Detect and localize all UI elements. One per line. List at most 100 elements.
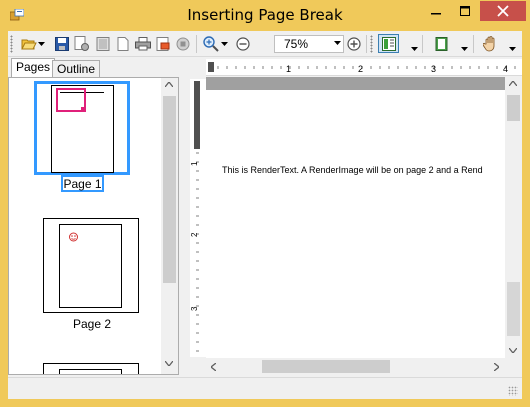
ruler-label: 2 (190, 232, 199, 237)
print-layout-icon (96, 36, 109, 51)
zoom-in-button[interactable] (202, 35, 219, 52)
page-preview-area[interactable]: This is RenderText. A RenderImage will b… (206, 77, 505, 358)
thumbnails-icon (381, 36, 396, 51)
chevron-down-icon (461, 46, 468, 51)
single-page-dropdown[interactable] (460, 40, 469, 57)
thumbnails-scrollbar[interactable] (161, 78, 178, 374)
panel-tabs: Pages Outline (8, 57, 188, 77)
open-icon (20, 39, 37, 49)
preview-vertical-scrollbar[interactable] (505, 77, 522, 358)
window-title: Inserting Page Break (187, 6, 343, 24)
hand-tool-icon (483, 35, 495, 51)
toolbar-separator (422, 35, 423, 53)
thumbnails-button[interactable] (378, 34, 399, 53)
scrollbar-thumb[interactable] (507, 95, 520, 121)
save-button[interactable] (53, 35, 70, 52)
zoom-combo[interactable]: 75% (274, 35, 344, 53)
chevron-down-icon (509, 46, 516, 51)
page-label: Page 2 (72, 317, 112, 331)
ruler-label: 2 (358, 64, 363, 74)
toolbar: 75% (8, 31, 522, 57)
maximize-icon (460, 6, 470, 16)
scrollbar-track-segment (507, 282, 520, 336)
minimize-button[interactable] (423, 1, 449, 21)
hand-tool-dropdown[interactable] (508, 40, 517, 57)
zoom-in-icon (202, 35, 219, 52)
page-icon (117, 36, 128, 51)
toolbar-separator (196, 35, 197, 53)
page-label: Page 1 (63, 177, 102, 191)
open-button[interactable] (20, 35, 37, 52)
ruler-ticks: 1 2 3 (190, 81, 200, 352)
render-text: This is RenderText. A RenderImage will b… (222, 165, 483, 175)
page-preview (43, 218, 139, 313)
print-button[interactable] (134, 35, 151, 52)
page-thumbnails-panel: Page 1 Page 2 (8, 77, 179, 375)
toolbar-separator (366, 35, 367, 53)
title-bar: Inserting Page Break (0, 0, 530, 31)
page-thumbnail-3[interactable] (43, 363, 139, 374)
page-preview (43, 363, 139, 374)
zoom-in-dropdown[interactable] (220, 35, 229, 52)
chevron-right-icon (494, 363, 499, 371)
single-page-icon (435, 36, 447, 51)
ruler-label: 1 (286, 64, 291, 74)
print-layout-button[interactable] (94, 35, 111, 52)
page-top-margin (206, 77, 505, 90)
stop-button[interactable] (174, 35, 191, 52)
chevron-down-icon (38, 41, 45, 46)
page-preview (51, 85, 114, 173)
scrollbar-thumb[interactable] (262, 360, 390, 373)
render-image-icon (69, 232, 78, 242)
open-dropdown[interactable] (37, 35, 46, 52)
ruler-label: 1 (190, 161, 199, 166)
page-thumbnail-1[interactable]: Page 1 (34, 81, 134, 192)
minimize-icon (431, 13, 441, 15)
tab-pages[interactable]: Pages (11, 58, 56, 77)
zoom-out-button[interactable] (234, 35, 251, 52)
horizontal-ruler: 1 2 3 4 (206, 59, 522, 76)
toolbar-separator (473, 35, 474, 53)
ruler-label: 3 (190, 306, 199, 311)
hand-tool-button[interactable] (482, 35, 499, 52)
chevron-down-icon (165, 361, 173, 366)
status-bar (8, 377, 522, 399)
chevron-down-icon (509, 348, 517, 353)
export-icon (156, 36, 169, 51)
page-thumbnail-2[interactable]: Page 2 (34, 218, 139, 331)
zoom-out-icon (235, 36, 250, 51)
resize-handle (81, 107, 86, 112)
ruler-ticks: 1 2 3 4 (208, 62, 516, 74)
chevron-down-icon (411, 46, 418, 51)
chevron-up-icon (165, 82, 173, 87)
toolbar-grip[interactable] (370, 35, 373, 53)
preview-horizontal-scrollbar[interactable] (206, 358, 505, 375)
client-area: 75% Pages Outline Page 1 Page 2 1 2 3 4 … (8, 31, 522, 399)
page-button[interactable] (114, 35, 131, 52)
print-icon (134, 36, 151, 50)
scrollbar-thumb[interactable] (163, 96, 176, 283)
thumbnails-dropdown[interactable] (410, 40, 419, 57)
resize-grip[interactable] (508, 386, 518, 396)
chevron-up-icon (509, 81, 517, 86)
tab-outline[interactable]: Outline (52, 60, 101, 77)
ruler-label: 4 (503, 64, 508, 74)
maximize-button[interactable] (452, 1, 478, 21)
close-icon (497, 5, 509, 17)
page-setup-icon (74, 36, 89, 51)
toolbar-grip[interactable] (10, 35, 13, 53)
chevron-down-icon (221, 41, 228, 46)
chevron-left-icon (211, 363, 216, 371)
chevron-down-icon (334, 41, 341, 45)
vertical-ruler: 1 2 3 (190, 79, 206, 357)
single-page-button[interactable] (433, 35, 450, 52)
zoom-plus-icon (346, 36, 361, 51)
zoom-value: 75% (284, 37, 309, 51)
save-icon (54, 36, 69, 51)
ruler-label: 3 (431, 64, 436, 74)
zoom-plus-button[interactable] (345, 35, 362, 52)
close-button[interactable] (480, 1, 526, 21)
stop-icon (176, 37, 189, 50)
export-button[interactable] (154, 35, 171, 52)
page-setup-button[interactable] (73, 35, 90, 52)
